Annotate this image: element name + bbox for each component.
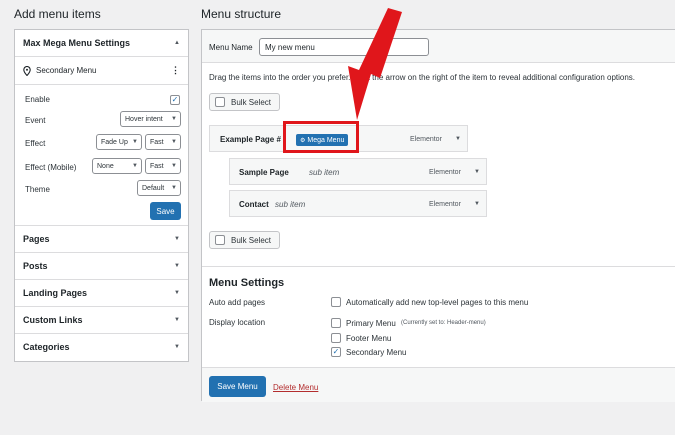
chevron-down-icon: ▼ xyxy=(171,139,177,145)
display-location-label: Display location xyxy=(209,318,266,327)
primary-menu-checkbox[interactable] xyxy=(331,318,341,328)
accordion-label: Posts xyxy=(23,261,48,271)
bulk-select-checkbox[interactable] xyxy=(215,97,225,107)
effect-mobile-speed-value: Fast xyxy=(150,162,164,170)
secondary-menu-checkbox[interactable]: ✓ xyxy=(331,347,341,357)
menu-item-sub: sub item xyxy=(275,200,306,209)
menu-item-contact[interactable]: Contact sub item Elementor ▼ xyxy=(229,190,487,217)
secondary-menu-label: Secondary Menu xyxy=(346,348,407,357)
effect-select[interactable]: Fade Up ▼ xyxy=(96,134,142,150)
effect-mobile-speed-select[interactable]: Fast ▼ xyxy=(145,158,181,174)
arrow-pointer-icon xyxy=(348,8,402,120)
effect-select-value: Fade Up xyxy=(101,138,128,146)
effect-mobile-label: Effect (Mobile) xyxy=(25,163,77,172)
chevron-down-icon: ▼ xyxy=(132,163,138,169)
bulk-select-label: Bulk Select xyxy=(231,97,272,107)
chevron-down-icon: ▼ xyxy=(171,163,177,169)
accordion-label: Custom Links xyxy=(23,315,83,325)
chevron-down-icon: ▼ xyxy=(174,290,180,296)
auto-add-checkbox[interactable] xyxy=(331,297,341,307)
accordion-label: Categories xyxy=(23,342,70,352)
footer-menu-label: Footer Menu xyxy=(346,334,392,343)
location-pin-icon xyxy=(23,65,31,76)
menu-item-title: Example Page # xyxy=(220,135,281,144)
chevron-down-icon: ▼ xyxy=(132,139,138,145)
menu-item-sub: sub item xyxy=(309,168,340,177)
menu-item-type: Elementor xyxy=(410,136,442,143)
effect-mobile-value: None xyxy=(97,162,114,170)
chevron-down-icon: ▼ xyxy=(171,185,177,191)
add-menu-items-heading: Add menu items xyxy=(14,7,101,21)
more-options-icon[interactable]: ⋮ xyxy=(171,65,180,76)
accordion-pages[interactable]: Pages ▼ xyxy=(15,225,188,252)
menu-item-type: Elementor xyxy=(429,169,461,176)
primary-menu-label: Primary Menu xyxy=(346,319,396,328)
accordion-label: Landing Pages xyxy=(23,288,88,298)
auto-add-option: Automatically add new top-level pages to… xyxy=(346,298,529,307)
chevron-down-icon: ▼ xyxy=(174,317,180,323)
menu-settings-heading: Menu Settings xyxy=(209,277,285,289)
event-label: Event xyxy=(25,116,46,125)
accordion-categories[interactable]: Categories ▼ xyxy=(15,333,188,360)
menu-item-title: Sample Page xyxy=(239,168,289,177)
effect-speed-value: Fast xyxy=(150,138,164,146)
mega-settings-form: Enable ✓ Event Hover intent ▼ Effect Fade… xyxy=(15,85,188,225)
divider xyxy=(202,266,675,267)
bulk-select-bottom[interactable]: Bulk Select xyxy=(209,231,280,249)
bulk-select-checkbox[interactable] xyxy=(215,235,225,245)
chevron-down-icon: ▼ xyxy=(174,344,180,350)
instructions-text: Drag the items into the order you prefer… xyxy=(209,73,636,82)
auto-add-label: Auto add pages xyxy=(209,298,266,307)
location-row: Secondary Menu ⋮ xyxy=(15,57,188,85)
location-label: Secondary Menu xyxy=(36,66,97,75)
chevron-down-icon[interactable]: ▼ xyxy=(474,201,480,207)
chevron-down-icon: ▼ xyxy=(174,263,180,269)
chevron-up-icon: ▲ xyxy=(174,40,180,46)
save-button[interactable]: Save xyxy=(150,202,181,220)
primary-menu-note: (Currently set to: Header-menu) xyxy=(401,320,486,326)
effect-speed-select[interactable]: Fast ▼ xyxy=(145,134,181,150)
theme-select[interactable]: Default ▼ xyxy=(137,180,181,196)
effect-mobile-select[interactable]: None ▼ xyxy=(92,158,142,174)
chevron-down-icon: ▼ xyxy=(174,236,180,242)
delete-menu-link[interactable]: Delete Menu xyxy=(273,383,318,392)
footer-menu-checkbox[interactable] xyxy=(331,333,341,343)
save-menu-button[interactable]: Save Menu xyxy=(209,376,266,397)
accordion-label: Pages xyxy=(23,234,50,244)
menu-structure-heading: Menu structure xyxy=(201,7,282,21)
accordion-landing-pages[interactable]: Landing Pages ▼ xyxy=(15,279,188,306)
mega-settings-header[interactable]: Max Mega Menu Settings ▲ xyxy=(15,30,188,57)
chevron-down-icon[interactable]: ▼ xyxy=(455,136,461,142)
theme-label: Theme xyxy=(25,185,50,194)
accordion-custom-links[interactable]: Custom Links ▼ xyxy=(15,306,188,333)
menu-item-type: Elementor xyxy=(429,201,461,208)
chevron-down-icon[interactable]: ▼ xyxy=(474,169,480,175)
event-select-value: Hover intent xyxy=(125,115,163,123)
enable-label: Enable xyxy=(25,95,50,104)
mega-menu-settings-panel: Max Mega Menu Settings ▲ Secondary Menu … xyxy=(14,29,189,362)
enable-checkbox[interactable]: ✓ xyxy=(170,95,180,105)
menu-item-sample-page[interactable]: Sample Page sub item Elementor ▼ xyxy=(229,158,487,185)
bulk-select-top[interactable]: Bulk Select xyxy=(209,93,280,111)
accordion-posts[interactable]: Posts ▼ xyxy=(15,252,188,279)
menu-structure-panel: Menu Name Drag the items into the order … xyxy=(201,29,675,402)
accordion-list: Pages ▼ Posts ▼ Landing Pages ▼ Custom Link… xyxy=(15,225,188,360)
chevron-down-icon: ▼ xyxy=(171,116,177,122)
event-select[interactable]: Hover intent ▼ xyxy=(120,111,181,127)
effect-label: Effect xyxy=(25,139,46,148)
menu-item-title: Contact xyxy=(239,200,269,209)
menu-name-label: Menu Name xyxy=(209,43,253,52)
theme-select-value: Default xyxy=(142,184,165,192)
bulk-select-label: Bulk Select xyxy=(231,235,272,245)
mega-settings-title: Max Mega Menu Settings xyxy=(23,38,131,48)
